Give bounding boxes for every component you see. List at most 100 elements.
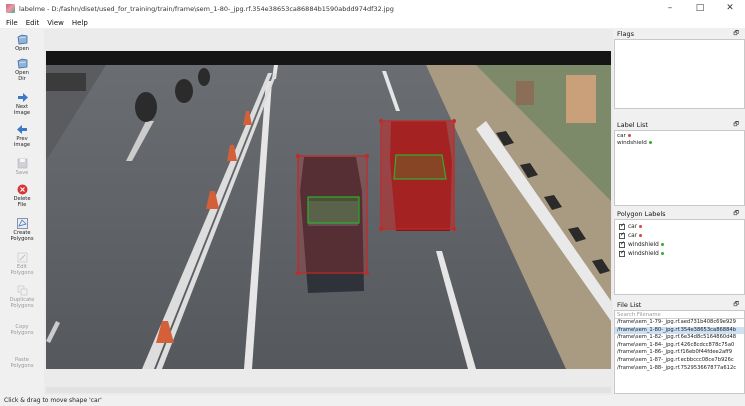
car-color-dot [639, 234, 643, 237]
flags-title-text: Flags [617, 30, 635, 38]
polygon-labels-dock: Polygon Labels 🗗 car car windshield wind… [614, 209, 745, 297]
edit-polygons-button[interactable]: Edit Polygons [0, 251, 44, 276]
minimize-button[interactable]: – [655, 0, 685, 17]
save-label: Save [15, 170, 29, 176]
label-car: car [617, 133, 626, 139]
duplicate-icon [17, 285, 27, 296]
float-dock-icon[interactable]: 🗗 [733, 29, 739, 39]
windshield-color-dot [648, 140, 652, 144]
duplicate-polygons-button[interactable]: Duplicate Polygons [0, 284, 44, 309]
polygon-labels-title: Polygon Labels 🗗 [614, 209, 745, 219]
flags-title: Flags 🗗 [614, 29, 745, 39]
file-row[interactable]: /frame\sem_1-88-_jpg.rf.752953667877a612… [615, 365, 744, 373]
maximize-button[interactable]: □ [685, 0, 715, 17]
open-file-icon [17, 34, 27, 45]
visibility-checkbox[interactable] [619, 240, 625, 248]
paste-polygons-button[interactable]: Paste Polygons [0, 357, 44, 369]
status-bar: Click & drag to move shape 'car' [0, 396, 745, 406]
create-polygon-icon [16, 218, 28, 229]
file-row[interactable]: /frame\sem_1-87-_jpg.rf.ecbbccc08ce7b926… [615, 357, 744, 365]
horizontal-scrollbar[interactable] [46, 387, 611, 393]
duplicate-polygons-label: Duplicate Polygons [9, 297, 35, 309]
file-row[interactable]: /frame\sem_1-84-_jpg.rf.426c8cdcc878c75a… [615, 342, 744, 350]
windshield-polygon-1[interactable] [307, 196, 360, 224]
label-list: car windshield [614, 130, 745, 206]
windshield-color-dot [660, 243, 664, 246]
float-dock-icon[interactable]: 🗗 [733, 209, 739, 219]
polygon-label-text: windshield [628, 241, 659, 248]
arrow-left-icon [16, 125, 27, 134]
menu-help[interactable]: Help [72, 19, 88, 27]
float-dock-icon[interactable]: 🗗 [733, 120, 739, 130]
open-dir-button[interactable]: Open Dir [0, 57, 44, 82]
polygon-label-text: car [628, 232, 638, 239]
canvas-area [44, 29, 613, 395]
visibility-checkbox[interactable] [619, 231, 625, 239]
save-icon [17, 158, 27, 169]
file-row[interactable]: /frame\sem_1-82-_jpg.rf.6e34d8c5164860d4… [615, 334, 744, 342]
file-row-selected[interactable]: /frame\sem_1-80-_jpg.rf.354e38653ca86884… [615, 326, 744, 335]
window-title: labelme - D:/fashn/diset/used_for_traini… [19, 4, 394, 13]
next-image-button[interactable]: Next Image [0, 91, 44, 116]
copy-polygons-label: Copy Polygons [10, 324, 34, 336]
car-color-dot [639, 225, 643, 228]
windshield-color-dot [660, 252, 664, 255]
polygon-labels-title-text: Polygon Labels [617, 210, 666, 218]
float-dock-icon[interactable]: 🗗 [733, 300, 739, 310]
arrow-right-icon [17, 93, 28, 102]
visibility-checkbox[interactable] [619, 222, 625, 230]
image-canvas[interactable] [46, 51, 611, 369]
prev-image-button[interactable]: Prev Image [0, 123, 44, 148]
edit-polygon-icon [17, 252, 27, 263]
windshield-polygon-2[interactable] [393, 154, 447, 180]
window-controls: – □ ✕ [655, 0, 745, 17]
menu-bar: File Edit View Help [0, 17, 745, 28]
title-bar: labelme - D:/fashn/diset/used_for_traini… [0, 0, 745, 17]
car-color-dot [627, 134, 631, 137]
label-windshield: windshield [617, 139, 647, 146]
create-polygons-button[interactable]: Create Polygons [0, 217, 44, 242]
polygon-label-text: car [628, 223, 638, 230]
file-list-dock: File List 🗗 Search Filename /frame\sem_1… [614, 300, 745, 395]
file-list-title-text: File List [617, 301, 642, 309]
file-row[interactable]: /frame\sem_1-86-_jpg.rf.f16eb0f44fdee2af… [615, 349, 744, 357]
polygon-label-text: windshield [628, 250, 659, 257]
left-toolbar: Open Open Dir Next Image Prev Image Save… [0, 29, 44, 395]
create-polygons-label: Create Polygons [10, 230, 34, 242]
open-button[interactable]: Open [0, 33, 44, 53]
polygon-labels-list: car car windshield windshield [614, 219, 745, 295]
label-list-title-text: Label List [617, 121, 648, 129]
menu-file[interactable]: File [6, 19, 18, 27]
copy-polygons-button[interactable]: Copy Polygons [0, 324, 44, 336]
menu-view[interactable]: View [47, 19, 64, 27]
flags-dock: Flags 🗗 [614, 29, 745, 111]
paste-polygons-label: Paste Polygons [10, 357, 34, 369]
file-list-panel: Search Filename /frame\sem_1-79-_jpg.rf.… [614, 310, 745, 394]
menu-edit[interactable]: Edit [26, 19, 40, 27]
save-button[interactable]: Save [0, 157, 44, 177]
polygon-label-row[interactable]: windshield [615, 240, 744, 249]
label-list-dock: Label List 🗗 car windshield [614, 120, 745, 208]
polygon-label-row[interactable]: windshield [615, 249, 744, 258]
delete-icon [17, 184, 27, 195]
search-filename-input[interactable]: Search Filename [615, 311, 744, 319]
road-photo [46, 51, 611, 369]
close-button[interactable]: ✕ [715, 0, 745, 17]
labelme-app-icon [6, 4, 15, 13]
list-item[interactable]: windshield [615, 140, 744, 147]
visibility-checkbox[interactable] [619, 249, 625, 257]
open-label: Open [15, 46, 29, 52]
flags-list [614, 39, 745, 109]
file-row[interactable]: /frame\sem_1-79-_jpg.rf.aed731b408c69e92… [615, 319, 744, 327]
polygon-label-row[interactable]: car [615, 222, 744, 231]
polygon-label-row[interactable]: car [615, 231, 744, 240]
label-list-title: Label List 🗗 [614, 120, 745, 130]
open-dir-icon [17, 58, 27, 69]
edit-polygons-label: Edit Polygons [10, 264, 34, 276]
file-list-title: File List 🗗 [614, 300, 745, 310]
delete-file-label: Delete File [13, 196, 31, 208]
delete-file-button[interactable]: Delete File [0, 183, 44, 208]
next-image-label: Next Image [13, 104, 31, 116]
open-dir-label: Open Dir [15, 70, 29, 82]
prev-image-label: Prev Image [13, 136, 31, 148]
